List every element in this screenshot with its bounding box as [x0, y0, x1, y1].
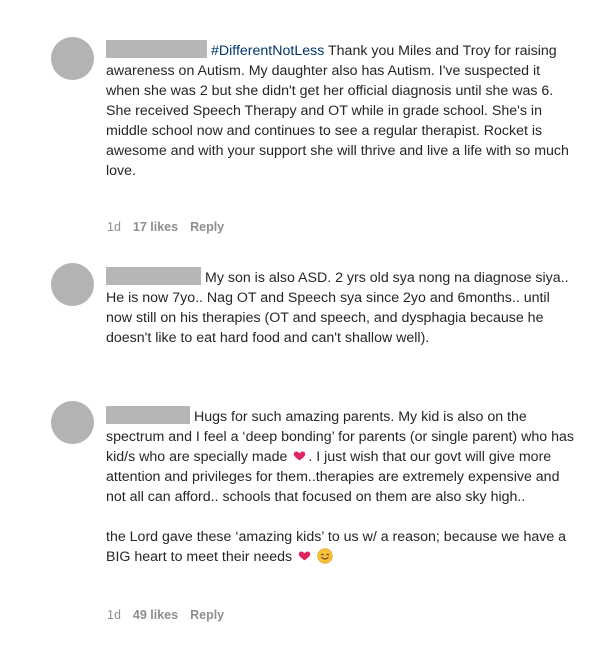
comment-body: My son is also ASD. 2 yrs old sya nong n… [106, 267, 576, 348]
comment-body: #DifferentNotLess Thank you Miles and Tr… [106, 40, 576, 181]
redacted-username[interactable] [106, 40, 207, 58]
comment-text: Thank you Miles and Troy for raising awa… [106, 43, 569, 179]
hashtag-link[interactable]: #DifferentNotLess [211, 43, 324, 59]
likes-count[interactable]: 49 likes [133, 608, 178, 622]
reply-button[interactable]: Reply [190, 220, 224, 234]
heart-icon [293, 448, 306, 461]
avatar[interactable] [51, 401, 94, 444]
redacted-username[interactable] [106, 406, 190, 424]
reply-button[interactable]: Reply [190, 608, 224, 622]
likes-count[interactable]: 17 likes [133, 220, 178, 234]
redacted-username[interactable] [106, 267, 201, 285]
timestamp[interactable]: 1d [107, 608, 121, 622]
comment-meta: 1d 49 likes Reply [107, 608, 224, 622]
comment-text: the Lord gave these ‘amazing kids’ to us… [106, 529, 567, 565]
timestamp[interactable]: 1d [107, 220, 121, 234]
comment-meta: 1d 17 likes Reply [107, 220, 224, 234]
smile-icon [317, 548, 333, 564]
avatar[interactable] [51, 263, 94, 306]
heart-icon [298, 548, 311, 561]
comment-body: Hugs for such amazing parents. My kid is… [106, 406, 576, 567]
avatar[interactable] [51, 37, 94, 80]
